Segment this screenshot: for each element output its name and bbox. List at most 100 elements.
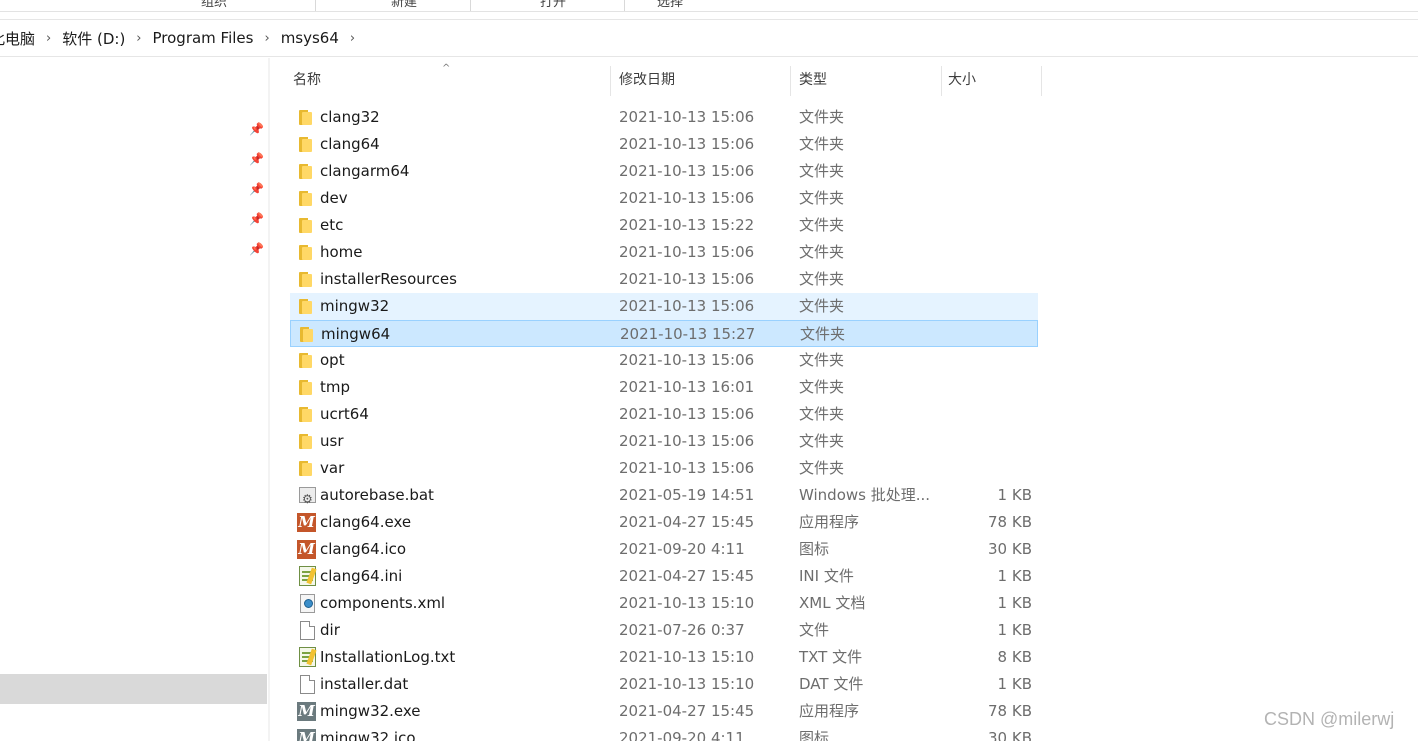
file-name: clangarm64 [320,162,410,180]
file-row[interactable]: clang32 2021-10-13 15:06 文件夹 [290,104,1038,131]
file-name: opt [320,351,345,369]
file-row[interactable]: var 2021-10-13 15:06 文件夹 [290,455,1038,482]
chevron-right-icon[interactable]: › [128,31,149,46]
file-row[interactable]: ucrt64 2021-10-13 15:06 文件夹 [290,401,1038,428]
file-row[interactable]: opt 2021-10-13 15:06 文件夹 [290,347,1038,374]
file-row[interactable]: components.xml 2021-10-13 15:10 XML 文档 1 KB [290,590,1038,617]
file-type: 文件夹 [799,216,845,234]
file-size [942,104,1032,131]
folder-icon [295,266,315,293]
file-type: 文件夹 [799,432,845,450]
file-row[interactable]: etc 2021-10-13 15:22 文件夹 [290,212,1038,239]
ini-file-icon [295,563,317,590]
ribbon-group-organize[interactable]: 组织 [201,0,227,10]
msys-gray-icon: M [295,725,316,741]
column-header-date[interactable]: 修改日期 [619,58,675,96]
file-name: mingw32 [320,297,390,315]
file-row[interactable]: mingw32 2021-10-13 15:06 文件夹 [290,293,1038,320]
file-name: InstallationLog.txt [320,648,456,666]
file-name: tmp [320,378,351,396]
file-type: 文件夹 [799,189,845,207]
file-size [942,374,1032,401]
pin-icon[interactable]: 📌 [249,212,264,226]
file-name: clang64.ico [320,540,407,558]
column-divider[interactable] [1041,66,1042,96]
column-divider[interactable] [610,66,611,96]
chevron-right-icon[interactable]: › [38,31,59,46]
file-row[interactable]: tmp 2021-10-13 16:01 文件夹 [290,374,1038,401]
pin-icon[interactable]: 📌 [249,152,264,166]
file-type: 文件 [799,621,830,639]
column-header-size[interactable]: 大小 [948,58,976,96]
chevron-right-icon[interactable]: › [256,31,277,46]
msys-orange-icon: M [297,513,316,532]
file-row[interactable]: dev 2021-10-13 15:06 文件夹 [290,185,1038,212]
file-name: clang64 [320,135,380,153]
file-type: 文件夹 [800,325,846,343]
file-type: 应用程序 [799,513,860,531]
folder-icon [295,185,315,212]
file-date-modified: 2021-10-13 15:10 [619,648,755,666]
breadcrumb-this-pc[interactable]: 此电脑 [0,28,38,49]
file-size: 1 KB [997,567,1032,585]
ribbon-group-open[interactable]: 打开 [540,0,566,10]
file-row[interactable]: usr 2021-10-13 15:06 文件夹 [290,428,1038,455]
file-size [942,212,1032,239]
folder-icon [295,455,315,482]
file-row[interactable]: Mclang64.ico 2021-09-20 4:11 图标 30 KB [290,536,1038,563]
file-type: Windows 批处理... [799,486,931,504]
file-size [942,428,1032,455]
pin-icon[interactable]: 📌 [249,242,264,256]
breadcrumb-program-files[interactable]: Program Files [150,29,257,47]
file-row[interactable]: home 2021-10-13 15:06 文件夹 [290,239,1038,266]
chevron-right-icon[interactable]: › [342,31,363,46]
file-type: 文件夹 [799,162,845,180]
pin-icon[interactable]: 📌 [249,122,264,136]
file-type: 文件夹 [799,297,845,315]
column-divider[interactable] [941,66,942,96]
address-bar[interactable]: 此电脑 › 软件 (D:) › Program Files › msys64 › [0,19,1418,57]
file-row[interactable]: Mmingw32.exe 2021-04-27 15:45 应用程序 78 KB [290,698,1038,725]
file-type: 应用程序 [799,702,860,720]
file-row[interactable]: clang64.ini 2021-04-27 15:45 INI 文件 1 KB [290,563,1038,590]
file-name: installer.dat [320,675,409,693]
file-row[interactable]: installerResources 2021-10-13 15:06 文件夹 [290,266,1038,293]
file-date-modified: 2021-10-13 15:10 [619,675,755,693]
file-date-modified: 2021-10-13 15:06 [619,189,755,207]
file-size: 1 KB [997,486,1032,504]
file-row[interactable]: mingw64 2021-10-13 15:27 文件夹 [290,320,1038,347]
column-header-type[interactable]: 类型 [799,58,827,96]
file-row[interactable]: autorebase.bat 2021-05-19 14:51 Windows 批处… [290,482,1038,513]
ribbon-group-select[interactable]: 选择 [657,0,683,10]
nav-selected-item[interactable] [0,674,267,704]
breadcrumb-drive-d[interactable]: 软件 (D:) [59,28,128,49]
xml-file-icon [295,590,315,617]
column-divider[interactable] [790,66,791,96]
file-type: DAT 文件 [799,675,864,693]
file-row[interactable]: clang64 2021-10-13 15:06 文件夹 [290,131,1038,158]
file-name: mingw32.exe [320,702,421,720]
pane-splitter[interactable] [268,58,270,741]
file-name: components.xml [320,594,446,612]
file-row[interactable]: installer.dat 2021-10-13 15:10 DAT 文件 1 KB [290,671,1038,698]
breadcrumb-msys64[interactable]: msys64 [278,29,342,47]
file-date-modified: 2021-10-13 15:06 [619,135,755,153]
file-size [942,293,1032,320]
file-size: 30 KB [988,540,1032,558]
folder-icon [295,158,315,185]
file-date-modified: 2021-10-13 15:22 [619,216,755,234]
folder-icon [295,239,315,266]
file-date-modified: 2021-10-13 15:06 [619,270,755,288]
column-header-name[interactable]: 名称 [293,58,321,96]
pin-icon[interactable]: 📌 [249,182,264,196]
file-row[interactable]: InstallationLog.txt 2021-10-13 15:10 TXT 文… [290,644,1038,671]
file-date-modified: 2021-09-20 4:11 [619,540,745,558]
file-row[interactable]: clangarm64 2021-10-13 15:06 文件夹 [290,158,1038,185]
file-size [942,185,1032,212]
file-row[interactable]: Mmingw32.ico 2021-09-20 4:11 图标 30 KB [290,725,1038,741]
msys-orange-icon: M [297,540,316,559]
ribbon-group-new[interactable]: 新建 [391,0,417,10]
msys-gray-icon: M [297,702,316,721]
file-row[interactable]: dir 2021-07-26 0:37 文件 1 KB [290,617,1038,644]
file-row[interactable]: Mclang64.exe 2021-04-27 15:45 应用程序 78 KB [290,509,1038,536]
